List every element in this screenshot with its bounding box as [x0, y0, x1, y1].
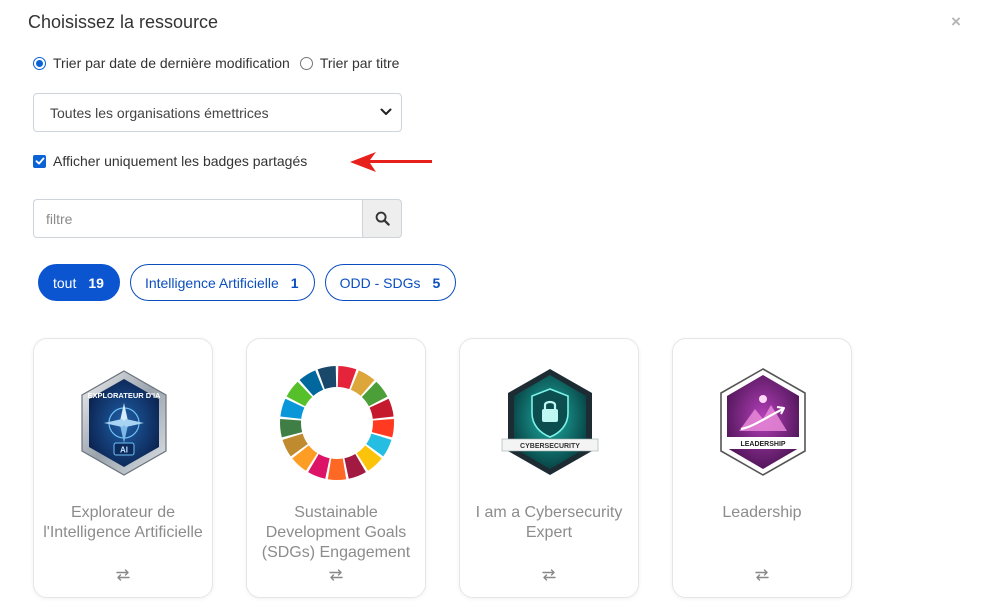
sort-by-title-radio[interactable]	[299, 56, 313, 70]
sdg-wheel-segment	[371, 419, 394, 438]
resource-card-sdgs[interactable]: Sustainable Development Goals (SDGs) Eng…	[246, 338, 426, 598]
card-title: I am a Cybersecurity Expert	[475, 504, 623, 541]
search-icon	[375, 211, 390, 226]
badge-text: CYBERSECURITY	[520, 443, 580, 450]
chip-label: tout	[53, 274, 77, 291]
share-arrows-icon	[755, 569, 769, 581]
annotation-arrow-icon	[350, 152, 432, 172]
chip-count: 19	[88, 274, 104, 291]
ai-explorer-badge-image: EXPLORATEUR D'IA AI	[81, 370, 167, 476]
shared-badges-label[interactable]: Afficher uniquement les badges partagés	[53, 153, 307, 169]
leadership-badge-image: LEADERSHIP	[720, 368, 806, 476]
issuer-organization-select[interactable]: Toutes les organisations émettrices	[33, 93, 402, 132]
card-title: Leadership	[722, 504, 802, 521]
chip-label: Intelligence Artificielle	[144, 274, 279, 291]
chip-label: ODD - SDGs	[339, 274, 421, 291]
chip-count: 5	[432, 274, 441, 291]
shared-badges-checkbox[interactable]	[33, 154, 46, 168]
resource-card-ai-explorer[interactable]: EXPLORATEUR D'IA AI Explorateur de l'Int…	[33, 338, 213, 598]
search-button[interactable]	[362, 199, 402, 238]
badge-text: EXPLORATEUR D'IA	[88, 391, 161, 400]
sort-by-date-label[interactable]: Trier par date de dernière modification	[53, 55, 290, 71]
check-icon	[35, 157, 44, 165]
chip-all[interactable]: tout 19	[38, 264, 120, 301]
chip-artificial-intelligence[interactable]: Intelligence Artificielle 1	[129, 264, 315, 301]
badge-text: LEADERSHIP	[740, 441, 785, 448]
cybersecurity-badge-image: CYBERSECURITY	[501, 369, 599, 475]
close-button[interactable]: ×	[951, 12, 961, 32]
sort-options: Trier par date de dernière modification …	[33, 55, 409, 71]
share-arrows-icon	[116, 569, 130, 581]
chevron-down-icon	[380, 108, 392, 115]
category-chips: tout 19 Intelligence Artificielle 1 ODD …	[38, 264, 457, 301]
modal-title: Choisissez la ressource	[28, 12, 219, 32]
share-arrows-icon	[329, 569, 343, 581]
filter-group	[33, 199, 402, 238]
resource-cards: EXPLORATEUR D'IA AI Explorateur de l'Int…	[33, 338, 852, 598]
card-title: Sustainable Development Goals (SDGs) Eng…	[261, 504, 411, 561]
sort-by-date-radio[interactable]	[33, 56, 46, 70]
sdg-wheel-segment	[327, 458, 347, 480]
badge-sub-text: AI	[120, 446, 128, 455]
share-arrows-icon	[542, 569, 556, 581]
sdg-wheel-image	[280, 366, 394, 480]
shared-badges-filter: Afficher uniquement les badges partagés	[33, 153, 307, 169]
sort-by-title-label[interactable]: Trier par titre	[320, 55, 400, 71]
chip-sdgs[interactable]: ODD - SDGs 5	[324, 264, 457, 301]
card-title: Explorateur de l'Intelligence Artificiel…	[43, 504, 203, 541]
chip-count: 1	[290, 274, 299, 291]
sdg-wheel-segment	[280, 419, 303, 438]
resource-card-cybersecurity[interactable]: CYBERSECURITY I am a Cybersecurity Exper…	[459, 338, 639, 598]
filter-input[interactable]	[33, 199, 362, 238]
resource-card-leadership[interactable]: LEADERSHIP Leadership	[672, 338, 852, 598]
issuer-organization-value: Toutes les organisations émettrices	[50, 104, 269, 121]
